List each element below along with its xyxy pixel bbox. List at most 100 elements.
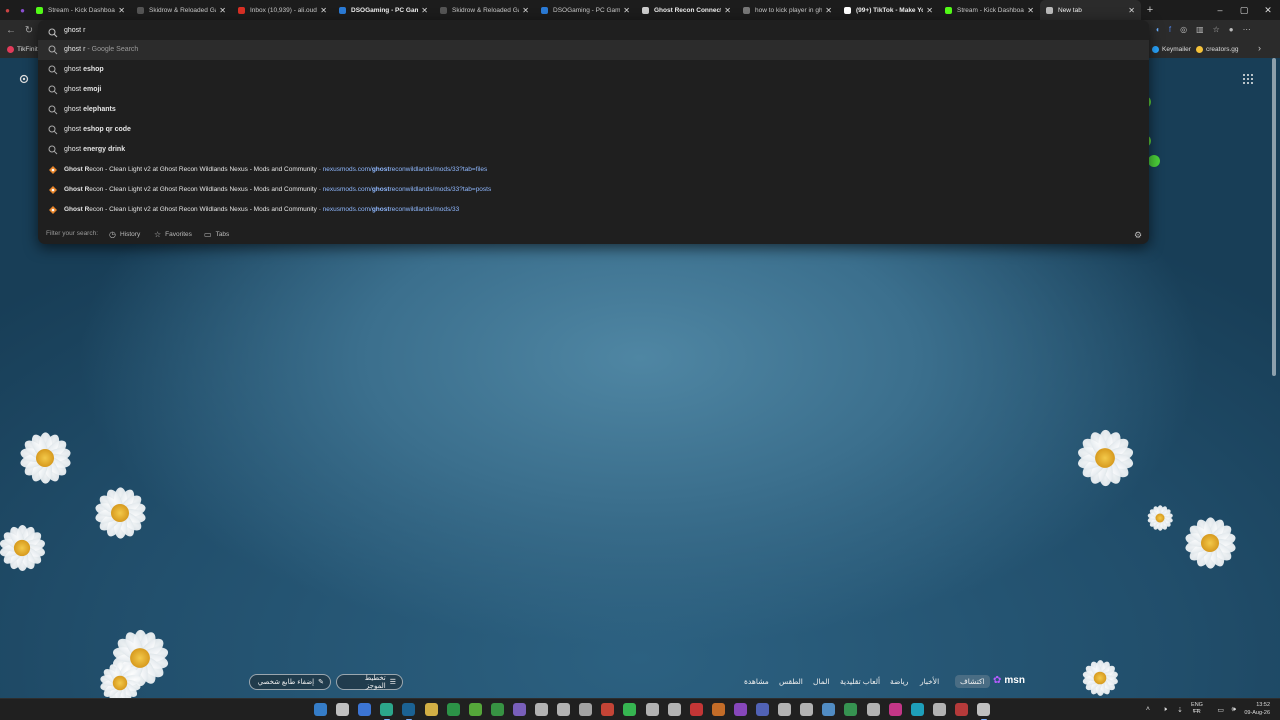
suggestion-google-search[interactable]: ghost r - Google Search: [38, 40, 1149, 60]
xbox-app-icon[interactable]: [490, 703, 504, 716]
sync-icon[interactable]: ◎: [1180, 25, 1187, 34]
tor-icon[interactable]: [733, 703, 747, 716]
msn-logo[interactable]: ✿ msn: [993, 675, 1025, 686]
tab-3[interactable]: DSOGaming - PC Games N✕: [333, 0, 434, 20]
chrome-dev-icon[interactable]: [954, 703, 968, 716]
tab-1[interactable]: Skidrow & Reloaded Games✕: [131, 0, 232, 20]
msn-nav-link[interactable]: ألعاب تقليدية: [840, 677, 880, 686]
tab-close-icon[interactable]: ✕: [724, 6, 731, 15]
opera-gx-icon[interactable]: [689, 703, 703, 716]
file-explorer-icon[interactable]: [424, 703, 438, 716]
filter-history-button[interactable]: ◷ History: [109, 230, 140, 239]
more-menu-icon[interactable]: ⋯: [1243, 25, 1251, 34]
page-settings-gear-icon[interactable]: [18, 72, 30, 84]
tab-10[interactable]: New tab ✕: [1040, 0, 1141, 20]
search-suggestion[interactable]: ghost elephants: [38, 100, 1149, 120]
profile-avatar-icon[interactable]: ●: [1229, 25, 1234, 34]
language-indicator[interactable]: ENG FR: [1190, 702, 1204, 716]
search-suggestion[interactable]: ghost energy drink: [38, 140, 1149, 160]
tab-close-icon[interactable]: ✕: [825, 6, 832, 15]
tab-6[interactable]: Ghost Recon Connectivity I✕: [636, 0, 737, 20]
msn-nav-link[interactable]: مشاهدة: [744, 677, 769, 686]
msn-nav-link[interactable]: رياضة: [890, 677, 908, 686]
game-bar-icon[interactable]: [468, 703, 482, 716]
volume-mixer-icon[interactable]: 🕨: [1163, 706, 1167, 714]
store-icon[interactable]: [866, 703, 880, 716]
search-suggestion[interactable]: ghost eshop: [38, 60, 1149, 80]
xbox-icon[interactable]: [446, 703, 460, 716]
tab-close-icon[interactable]: ✕: [1027, 6, 1034, 15]
workspaces-icon[interactable]: ●: [15, 0, 30, 20]
nexus-icon[interactable]: [822, 703, 836, 716]
tab-close-icon[interactable]: ✕: [1128, 6, 1135, 15]
apps-launcher-icon[interactable]: [1242, 72, 1254, 84]
bookmarks-overflow-icon[interactable]: ›: [1258, 43, 1261, 53]
close-window-button[interactable]: ✕: [1256, 0, 1280, 20]
refresh-button[interactable]: ↻: [20, 20, 38, 40]
mic-icon[interactable]: ⇣: [1177, 706, 1183, 714]
settings-icon[interactable]: [579, 703, 593, 716]
epic-icon[interactable]: [667, 703, 681, 716]
tab-9[interactable]: Stream - Kick Dashboard ✕: [939, 0, 1040, 20]
browser-profile-icon[interactable]: ●: [0, 0, 15, 20]
feed-layout-button[interactable]: ☰ تخطيط الموجز: [336, 674, 403, 690]
msn-nav-link[interactable]: الطقس: [779, 677, 803, 686]
tab-close-icon[interactable]: ✕: [522, 6, 529, 15]
history-suggestion[interactable]: Ghost Recon - Clean Light v2 at Ghost Re…: [38, 200, 1149, 220]
minimize-button[interactable]: –: [1208, 0, 1232, 20]
chrome-alt-icon[interactable]: [557, 703, 571, 716]
tab-close-icon[interactable]: ✕: [926, 6, 933, 15]
facebook-extension-icon[interactable]: f: [1169, 25, 1171, 34]
steam-icon[interactable]: [402, 703, 416, 716]
tab-close-icon[interactable]: ✕: [623, 6, 630, 15]
terminal-icon[interactable]: [977, 703, 990, 716]
clock[interactable]: 13:52 09-Aug-26: [1238, 701, 1270, 717]
scrollbar-thumb[interactable]: [1272, 58, 1276, 376]
clock-app-icon[interactable]: [932, 703, 946, 716]
tab-5[interactable]: DSOGaming - PC Games N✕: [535, 0, 636, 20]
speaker-icon[interactable]: 🕪: [1232, 706, 1236, 714]
bookmark-tikfinity[interactable]: TikFinity: [7, 40, 41, 58]
tab-2[interactable]: Inbox (10,939) - ali.oudm...✕: [232, 0, 333, 20]
launcher-icon[interactable]: [623, 703, 637, 716]
history-suggestion[interactable]: Ghost Recon - Clean Light v2 at Ghost Re…: [38, 180, 1149, 200]
split-screen-icon[interactable]: ▥: [1196, 25, 1204, 34]
maximize-button[interactable]: ▢: [1232, 0, 1256, 20]
ubisoft-icon[interactable]: [645, 703, 659, 716]
tab-0[interactable]: Stream - Kick Dashboard ✕: [30, 0, 131, 20]
bookmark-keymailer[interactable]: Keymailer: [1152, 40, 1191, 58]
tab-4[interactable]: Skidrow & Reloaded Games✕: [434, 0, 535, 20]
tab-close-icon[interactable]: ✕: [118, 6, 125, 15]
bookmark-creators[interactable]: creators.gg: [1196, 40, 1239, 58]
tab-close-icon[interactable]: ✕: [320, 6, 327, 15]
edge-icon[interactable]: [380, 703, 394, 716]
audio-icon[interactable]: [800, 703, 814, 716]
pink-app-icon[interactable]: [888, 703, 902, 716]
search-suggestion[interactable]: ghost eshop qr code: [38, 120, 1149, 140]
search-settings-gear-icon[interactable]: ⚙: [1134, 230, 1142, 241]
personalize-button[interactable]: ✎ إضفاء طابع شخصي: [249, 674, 331, 690]
tab-8[interactable]: (99+) TikTok - Make Your D✕: [838, 0, 939, 20]
history-suggestion[interactable]: Ghost Recon - Clean Light v2 at Ghost Re…: [38, 160, 1149, 180]
filter-favorites-button[interactable]: ☆ Favorites: [154, 230, 192, 239]
ea-app-icon[interactable]: [601, 703, 615, 716]
msn-nav-link[interactable]: اكتشاف: [955, 675, 990, 688]
visual-studio-icon[interactable]: [756, 703, 769, 716]
search-icon[interactable]: [336, 703, 350, 716]
start-icon[interactable]: [314, 703, 327, 716]
chrome-icon[interactable]: [358, 703, 372, 716]
address-input[interactable]: [64, 23, 664, 37]
tab-close-icon[interactable]: ✕: [219, 6, 226, 15]
filter-tabs-button[interactable]: ▭ Tabs: [204, 230, 229, 239]
stats-icon[interactable]: [778, 703, 792, 716]
favorites-icon[interactable]: ☆: [1213, 25, 1220, 34]
msn-nav-link[interactable]: المال: [813, 677, 829, 686]
tab-7[interactable]: how to kick player in ghost✕: [737, 0, 838, 20]
cyan-app-icon[interactable]: [910, 703, 924, 716]
page-scrollbar[interactable]: [1272, 58, 1276, 678]
tray-overflow-icon[interactable]: ˄: [1146, 706, 1150, 713]
discord-icon[interactable]: [512, 703, 526, 716]
msn-nav-link[interactable]: الأخبار: [920, 677, 939, 686]
network-icon[interactable]: ▭: [1217, 706, 1224, 714]
search-suggestion[interactable]: ghost emoji: [38, 80, 1149, 100]
